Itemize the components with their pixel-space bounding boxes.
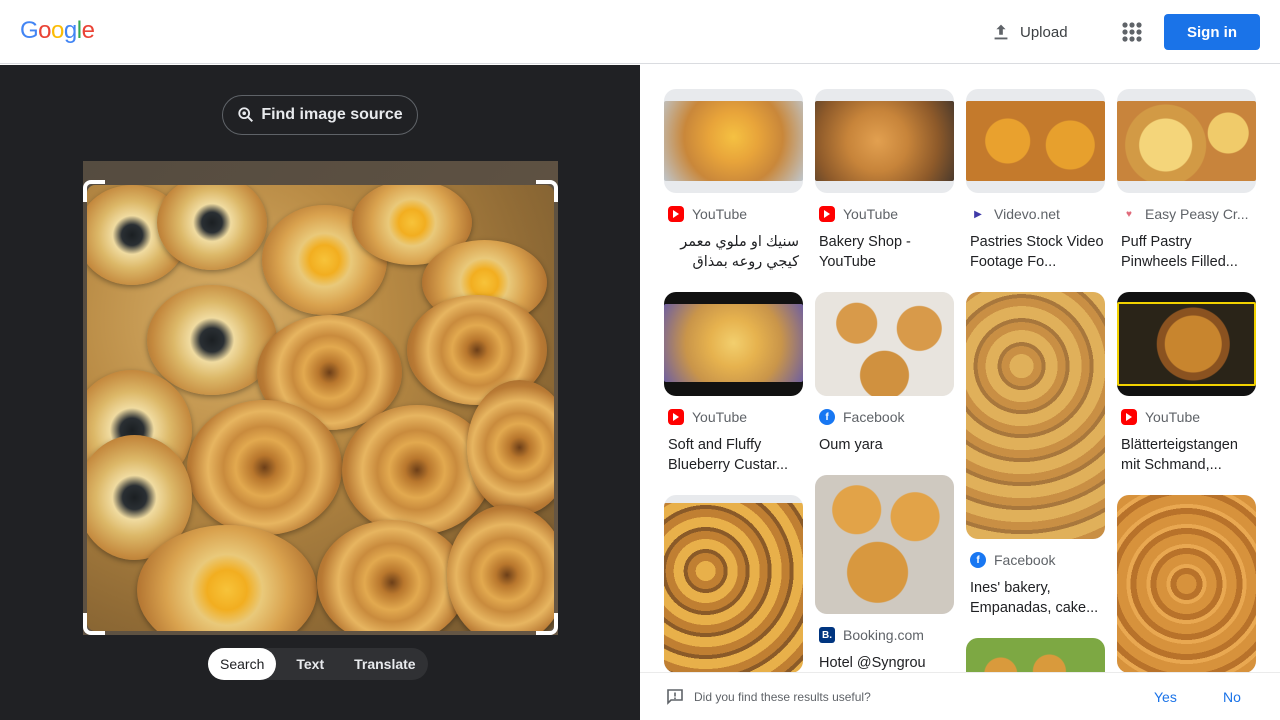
apps-grid-icon[interactable] <box>1118 18 1146 46</box>
result-thumbnail <box>815 292 954 396</box>
result-card[interactable]: B. Booking.com Hotel @Syngrou <box>815 475 954 672</box>
result-thumbnail <box>966 292 1105 539</box>
upload-button[interactable]: Upload <box>990 18 1068 46</box>
youtube-icon <box>668 409 684 425</box>
result-card[interactable]: ♥ Easy Peasy Cr... Puff Pastry Pinwheels … <box>1117 89 1256 272</box>
videvo-icon: ▶ <box>970 206 986 222</box>
facebook-icon: f <box>819 409 835 425</box>
crop-handle-top-left[interactable] <box>83 180 105 202</box>
feedback-no-button[interactable]: No <box>1223 689 1241 705</box>
upload-label: Upload <box>1020 23 1068 41</box>
result-thumbnail <box>1117 495 1256 672</box>
lens-search-icon <box>238 107 254 123</box>
find-image-source-label: Find image source <box>261 106 403 123</box>
result-thumbnail <box>815 89 954 193</box>
tab-text[interactable]: Text <box>276 648 342 680</box>
feedback-question: Did you find these results useful? <box>694 690 871 704</box>
sign-in-button[interactable]: Sign in <box>1164 14 1260 50</box>
find-image-source-button[interactable]: Find image source <box>222 95 418 135</box>
result-thumbnail <box>664 495 803 672</box>
result-card[interactable] <box>966 638 1105 672</box>
selected-crop-area[interactable] <box>87 185 554 631</box>
result-title: Blätterteigstangen mit Schmand,... <box>1121 437 1238 473</box>
result-title: Ines' bakery, Empanadas, cake... <box>970 580 1099 616</box>
results-column: ▶ Videvo.net Pastries Stock Video Footage… <box>966 89 1105 672</box>
youtube-icon <box>819 206 835 222</box>
tab-translate[interactable]: Translate <box>342 648 427 680</box>
result-thumbnail <box>815 475 954 614</box>
result-thumbnail <box>966 638 1105 672</box>
feedback-icon <box>667 689 683 705</box>
result-title: Soft and Fluffy Blueberry Custar... <box>668 437 789 473</box>
feedback-bar: Did you find these results useful? Yes N… <box>640 672 1280 720</box>
result-thumbnail <box>1117 292 1256 396</box>
result-card[interactable]: ▶ Videvo.net Pastries Stock Video Footage… <box>966 89 1105 272</box>
upload-icon <box>994 24 1008 40</box>
crop-handle-bottom-left[interactable] <box>83 613 105 635</box>
google-logo[interactable]: Google <box>20 17 95 45</box>
query-image-preview <box>83 161 558 635</box>
facebook-icon: f <box>970 552 986 568</box>
result-title: سنيك او ملوي معمر كيجي روعه بمذاق البيتز… <box>680 234 799 270</box>
result-card[interactable] <box>1117 495 1256 672</box>
results-column: YouTube سنيك او ملوي معمر كيجي روعه بمذا… <box>664 89 803 672</box>
result-card[interactable]: YouTube Soft and Fluffy Blueberry Custar… <box>664 292 803 475</box>
result-thumbnail <box>664 89 803 193</box>
feedback-yes-button[interactable]: Yes <box>1154 689 1177 705</box>
query-image-panel: Find image source Search Text Translate <box>0 65 640 720</box>
crop-handle-bottom-right[interactable] <box>536 613 558 635</box>
result-card[interactable]: YouTube سنيك او ملوي معمر كيجي روعه بمذا… <box>664 89 803 272</box>
result-card[interactable]: YouTube Bakery Shop - YouTube <box>815 89 954 272</box>
result-card[interactable]: f Facebook Ines' bakery, Empanadas, cake.… <box>966 292 1105 618</box>
result-title: Bakery Shop - YouTube <box>819 234 911 270</box>
result-title: Hotel @Syngrou <box>819 655 926 671</box>
results-column: YouTube Bakery Shop - YouTube f Facebook … <box>815 89 954 672</box>
crop-handle-top-right[interactable] <box>536 180 558 202</box>
top-bar: Google Upload Sign in <box>0 0 1280 64</box>
result-card[interactable] <box>664 495 803 672</box>
pastry-image <box>317 520 467 631</box>
result-title: Pastries Stock Video Footage Fo... <box>970 234 1104 270</box>
result-thumbnail <box>966 89 1105 193</box>
pastry-image <box>187 400 342 535</box>
visual-matches-panel: YouTube سنيك او ملوي معمر كيجي روعه بمذا… <box>640 65 1280 672</box>
lens-mode-tabs: Search Text Translate <box>208 648 428 680</box>
result-card[interactable]: YouTube Blätterteigstangen mit Schmand,.… <box>1117 292 1256 475</box>
tab-search[interactable]: Search <box>208 648 277 680</box>
booking-icon: B. <box>819 627 835 643</box>
youtube-icon <box>668 206 684 222</box>
result-thumbnail <box>1117 89 1256 193</box>
result-title: Puff Pastry Pinwheels Filled... <box>1121 234 1238 270</box>
result-thumbnail <box>664 292 803 396</box>
easy-peasy-icon: ♥ <box>1121 206 1137 222</box>
results-column: ♥ Easy Peasy Cr... Puff Pastry Pinwheels … <box>1117 89 1256 672</box>
result-title: Oum yara <box>819 437 883 453</box>
result-card[interactable]: f Facebook Oum yara <box>815 292 954 455</box>
youtube-icon <box>1121 409 1137 425</box>
